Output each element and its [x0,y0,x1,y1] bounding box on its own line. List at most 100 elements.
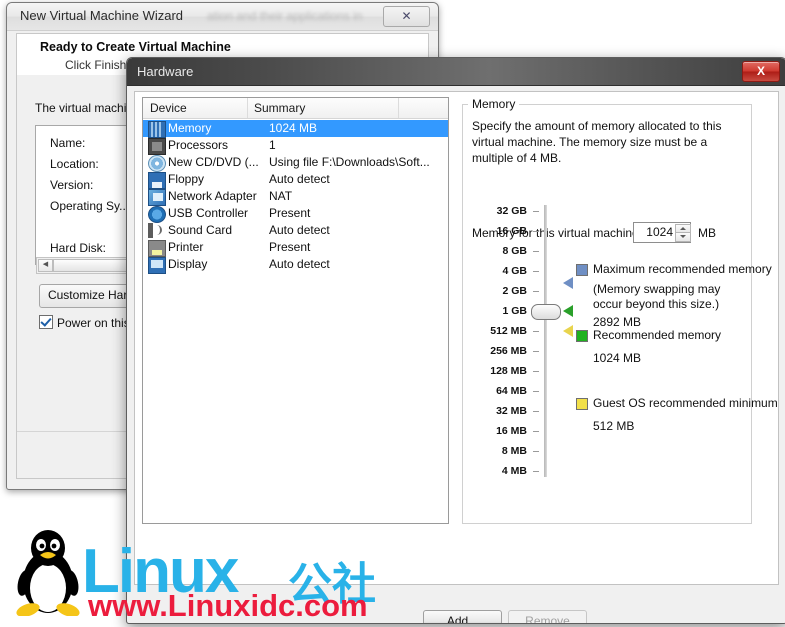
printer-icon [148,240,166,257]
column-header-device[interactable]: Device [150,101,187,115]
legend-swatch [576,398,588,410]
scale-label: 16 MB [496,425,527,437]
memory-icon [148,121,166,138]
table-row[interactable]: Printer Present [143,239,448,257]
floppy-icon [148,172,166,189]
scale-tick [533,351,539,352]
memory-group-title: Memory [468,97,520,111]
legend-note: (Memory swapping may [593,282,721,296]
device-name: USB Controller [168,206,249,220]
table-row[interactable]: New CD/DVD (... Using file F:\Downloads\… [143,154,448,172]
wizard-title: New Virtual Machine Wizard [20,8,184,23]
legend-title: Maximum recommended memory [593,262,772,276]
summary-row-version: Version: [50,178,94,192]
cpu-icon [148,138,166,155]
summary-row-os: Operating Sy... [50,199,130,213]
legend-swatch [576,264,588,276]
table-row[interactable]: Processors 1 [143,137,448,155]
remove-button: Remove [508,610,587,623]
scale-tick [533,471,539,472]
close-icon[interactable]: X [742,61,780,82]
column-header-summary[interactable]: Summary [254,101,305,115]
network-icon [148,189,166,206]
memory-slider-thumb[interactable] [531,304,561,320]
device-name: New CD/DVD (... [168,155,259,169]
device-name: Memory [168,121,212,135]
sound-icon [148,223,164,238]
scale-label: 256 MB [490,345,527,357]
table-row[interactable]: Display Auto detect [143,256,448,274]
device-name: Floppy [168,172,205,186]
wizard-intro-text: The virtual machine [35,101,140,115]
spinner-buttons[interactable] [675,224,691,242]
memory-spinner[interactable]: 1024 [633,222,691,243]
table-row[interactable]: Floppy Auto detect [143,171,448,189]
legend-title: Recommended memory [593,328,722,342]
maximum-recommended-marker [563,277,573,289]
scale-tick [533,391,539,392]
scale-label: 64 MB [496,385,527,397]
scale-label: 1 GB [502,305,527,317]
legend-value: 2892 MB [593,315,642,329]
device-summary: NAT [269,189,293,203]
scale-label: 512 MB [490,325,527,337]
spinner-down-icon[interactable] [675,232,691,242]
column-divider-2 [398,98,399,118]
scale-tick [533,291,539,292]
display-icon [148,257,166,274]
scale-label: 32 GB [496,205,527,217]
usb-icon [148,206,166,223]
column-divider-1 [247,98,248,118]
scale-label: 16 GB [496,225,527,237]
hardware-dialog-title: Hardware [137,64,194,79]
device-summary: 1 [269,138,276,152]
wizard-close-icon[interactable]: ✕ [383,6,430,27]
power-on-checkbox[interactable] [39,315,53,329]
tux-penguin-logo [16,530,80,616]
device-summary: Present [269,206,311,220]
wizard-title-bar[interactable]: New Virtual Machine Wizard ation and the… [7,3,438,31]
wizard-heading: Ready to Create Virtual Machine [40,40,231,54]
scale-label: 4 MB [501,465,527,477]
legend-title: Guest OS recommended minimum [593,396,778,410]
memory-value[interactable]: 1024 [646,225,673,239]
legend-swatch [576,330,588,342]
scale-tick [533,371,539,372]
cd-icon [148,155,166,172]
device-summary: Auto detect [269,172,330,186]
device-name: Sound Card [168,223,233,237]
scroll-left-icon[interactable]: ◀ [38,259,53,272]
table-row[interactable]: Network Adapter NAT [143,188,448,206]
scale-label: 128 MB [490,365,527,377]
device-summary: Present [269,240,311,254]
device-name: Printer [168,240,204,254]
memory-unit-label: MB [698,226,716,240]
summary-row-name: Name: [50,136,86,150]
add-button[interactable]: Add... [423,610,502,623]
legend-value: 512 MB [593,419,635,433]
device-summary: Auto detect [269,257,330,271]
device-name: Display [168,257,208,271]
device-summary: 1024 MB [269,121,318,135]
scale-tick [533,331,539,332]
device-list-header: Device Summary [143,98,448,119]
scale-tick [533,411,539,412]
scale-label: 2 GB [502,285,527,297]
scale-label: 8 MB [501,445,527,457]
scale-label: 4 GB [502,265,527,277]
recommended-marker [563,305,573,317]
scale-tick [533,271,539,272]
table-row[interactable]: USB Controller Present [143,205,448,223]
device-list[interactable]: Device Summary Memory 1024 MB Processors… [142,97,449,524]
scale-label: 8 GB [502,245,527,257]
summary-row-location: Location: [50,157,99,171]
hardware-title-bar[interactable]: Hardware X [127,58,785,86]
legend-note: occur beyond this size.) [593,297,720,311]
hardware-dialog: Hardware X Device Summary Memory 1024 MB… [126,57,785,624]
scale-label: 32 MB [496,405,527,417]
table-row[interactable]: Memory 1024 MB [143,120,448,138]
slider-track[interactable] [544,205,547,477]
scale-tick [533,231,539,232]
scale-tick [533,431,539,432]
table-row[interactable]: Sound Card Auto detect [143,222,448,239]
